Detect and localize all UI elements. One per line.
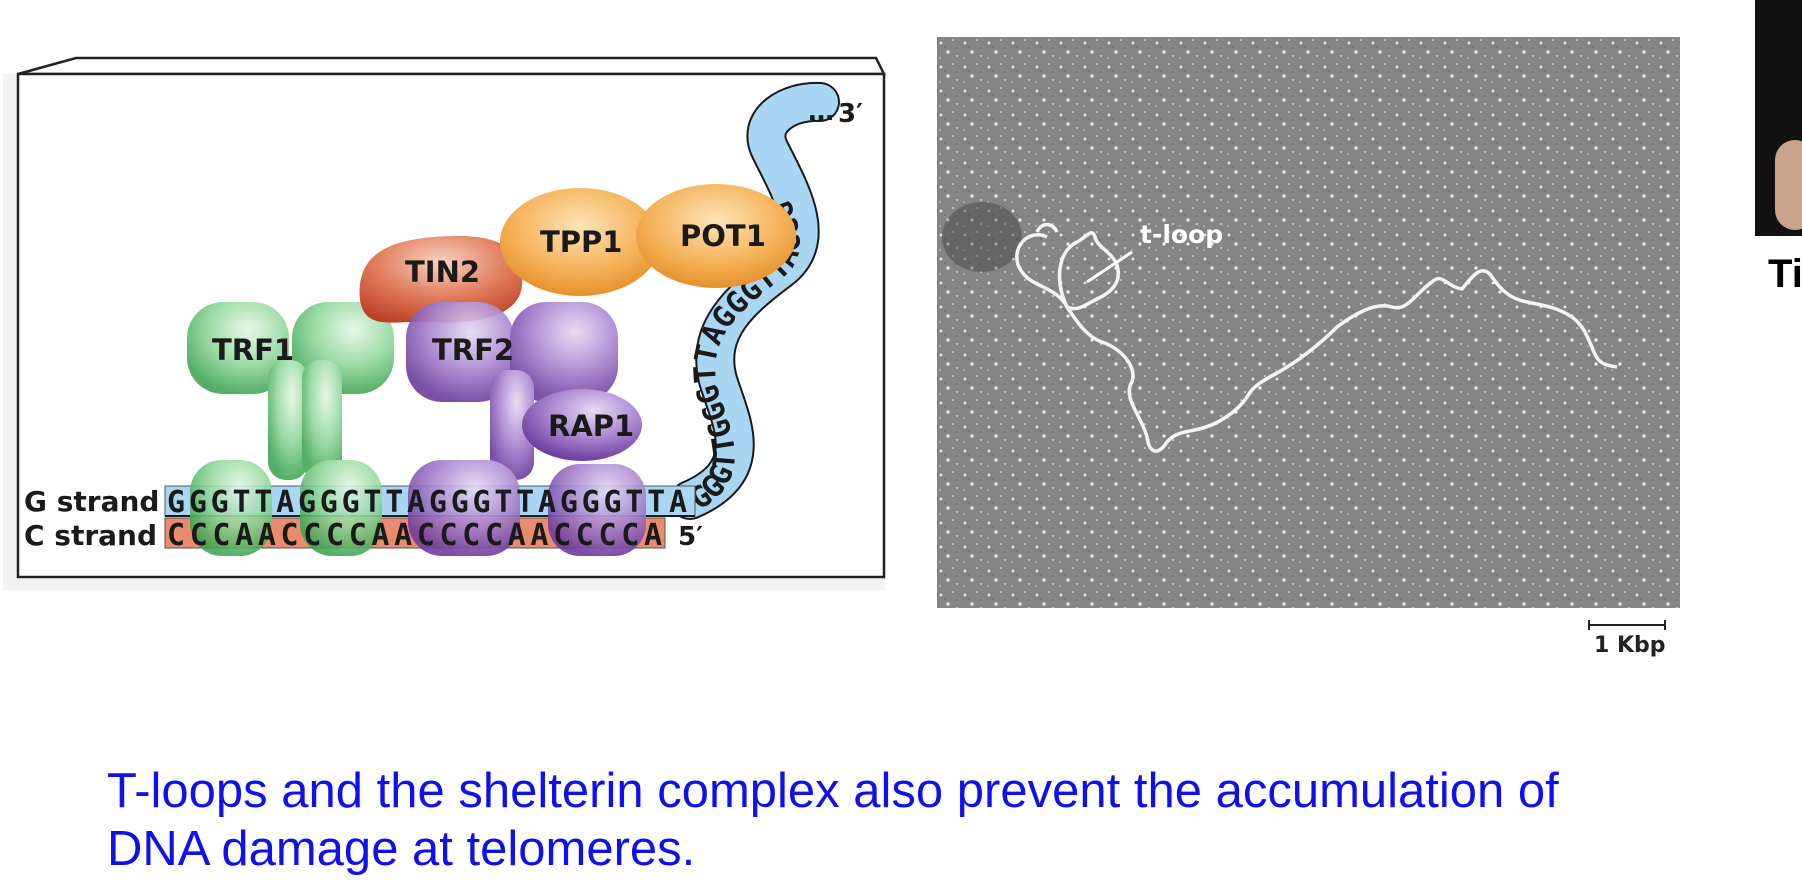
scale-bar: 1 Kbp — [1588, 620, 1668, 658]
three-prime-label: 3′ — [838, 99, 863, 129]
trf2-label: TRF2 — [432, 333, 514, 367]
portrait-photo — [1755, 0, 1802, 236]
electron-micrograph: t-loop — [937, 37, 1680, 608]
scale-bar-label: 1 Kbp — [1594, 633, 1666, 658]
overhang-ellipsis: … — [808, 97, 834, 127]
tin2-label: TIN2 — [405, 255, 480, 289]
trf1-label: TRF1 — [212, 333, 294, 367]
pot1-label: POT1 — [680, 219, 766, 253]
c-strand-label: C strand — [24, 519, 157, 552]
shelterin-diagram: GGGTTGGGTTAGGGTTAGGG … 3′ TRF1 TIN2 TRF2… — [3, 56, 887, 590]
g-strand-label: G strand — [24, 485, 159, 518]
caption-line-1: T-loops and the shelterin complex also p… — [107, 764, 1559, 818]
tpp1-label: TPP1 — [540, 225, 622, 259]
caption-line-2: DNA damage at telomeres. — [107, 822, 696, 876]
five-prime-label: 5′ — [678, 522, 703, 552]
rap1-label: RAP1 — [548, 409, 634, 443]
slide-caption: T-loops and the shelterin complex also p… — [107, 762, 1802, 878]
portrait-name: Ti — [1768, 252, 1802, 296]
t-loop-label: t-loop — [1140, 220, 1224, 249]
